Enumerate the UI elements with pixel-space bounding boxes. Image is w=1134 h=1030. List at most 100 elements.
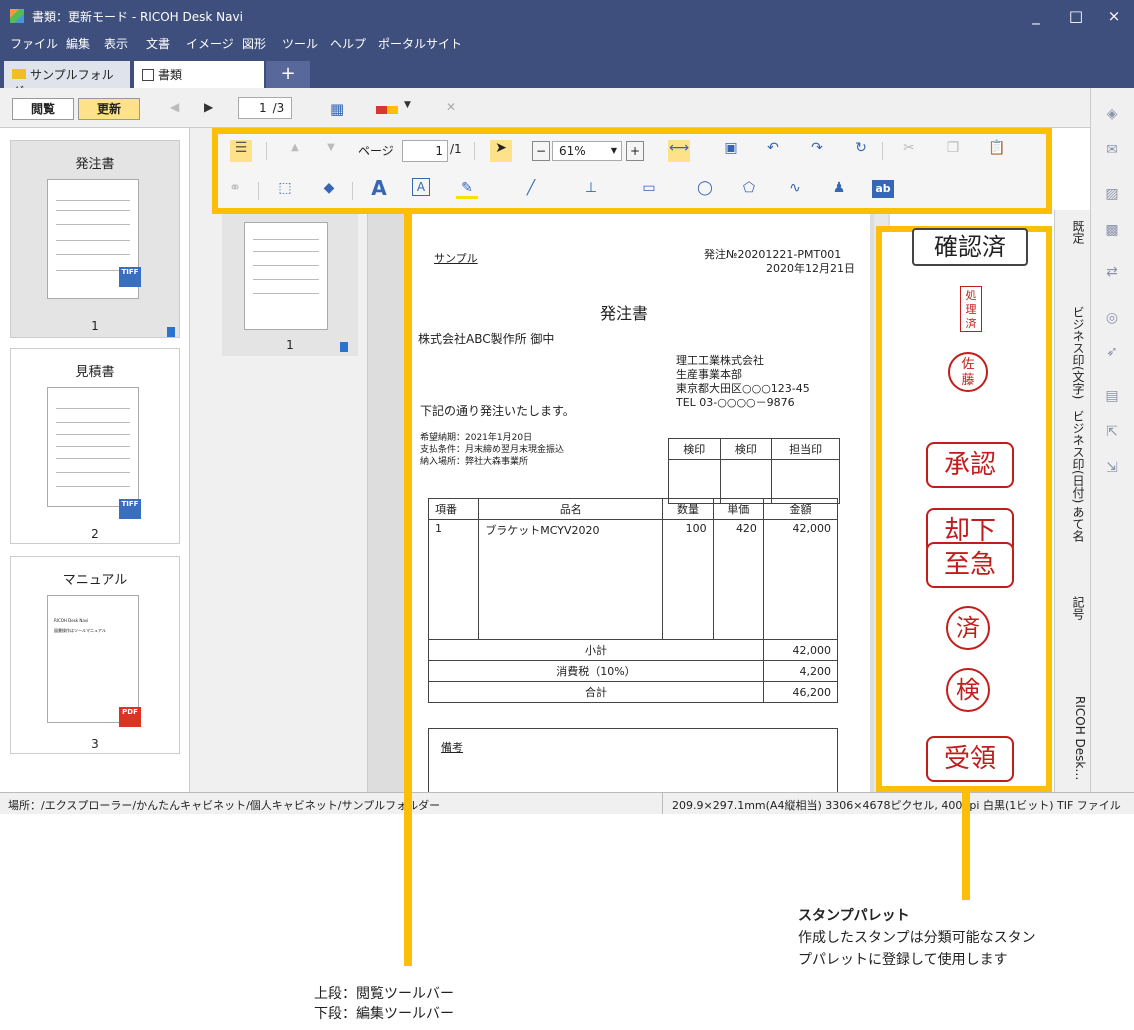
toolbar-callout-2: 下段：編集ツールバー <box>314 1006 454 1022</box>
select-cursor-icon[interactable]: ➤ <box>490 140 512 162</box>
fit-page-icon[interactable]: ▣ <box>720 140 742 156</box>
stamp-processed[interactable]: 処理済 <box>960 286 982 332</box>
ellipse-icon[interactable]: ◯ <box>694 180 716 196</box>
pdf-badge-icon: PDF <box>119 707 141 727</box>
update-mode-button[interactable]: 更新 <box>78 98 140 120</box>
chevron-down-icon[interactable]: ▼ <box>404 100 411 110</box>
menu-shape[interactable]: 図形 <box>242 35 266 52</box>
zoom-in-button[interactable]: + <box>626 141 644 161</box>
tab-business-date[interactable]: ビジネス印(日付) <box>1059 410 1087 503</box>
rotate-left-icon[interactable]: ↶ <box>762 140 784 156</box>
layout-icon[interactable]: ☰ <box>230 140 252 162</box>
page-total: /1 <box>450 142 462 156</box>
browse-mode-button[interactable]: 閲覧 <box>12 98 74 120</box>
add-tab-button[interactable]: + <box>266 61 310 88</box>
stamp-urgent[interactable]: 至急 <box>926 542 1014 588</box>
marker-icon[interactable]: ✎ <box>456 180 478 199</box>
pdf-export-icon[interactable]: ▩ <box>1101 222 1123 240</box>
next-page-icon[interactable]: ▼ <box>320 142 342 153</box>
page-thumb-card[interactable]: 1 <box>222 214 358 356</box>
doc-card-manual[interactable]: マニュアル RICOH Desk Navi 図書操作はツールマニュアル PDF … <box>10 556 180 754</box>
toolbar-callout-line <box>404 214 412 966</box>
eraser-icon[interactable]: ◆ <box>318 180 340 196</box>
stamp-confirmed[interactable]: 確認済 <box>912 228 1028 266</box>
menu-image[interactable]: イメージ <box>186 35 234 52</box>
doc-thumbnail: RICOH Desk Navi 図書操作はツールマニュアル <box>47 595 139 723</box>
export-alt-icon[interactable]: ⇲ <box>1101 460 1123 478</box>
tab-default[interactable]: 既定 <box>1059 220 1087 244</box>
page-number-input[interactable]: 1 <box>402 140 448 162</box>
doc-card-estimate[interactable]: 見積書 TIFF 2 <box>10 348 180 544</box>
zoom-select[interactable]: 61% ▼ <box>552 141 622 161</box>
scan-icon[interactable]: ▤ <box>1101 388 1123 406</box>
send-icon[interactable]: ➶ <box>1101 344 1123 362</box>
rotate-180-icon[interactable]: ↻ <box>850 140 872 156</box>
stamp-approved[interactable]: 承認 <box>926 442 1014 488</box>
ab-tool-icon[interactable]: ab <box>872 180 894 198</box>
menu-edit[interactable]: 編集 <box>66 35 90 52</box>
page-thumbnail <box>244 222 328 330</box>
page-input[interactable]: 1/3 <box>238 97 292 119</box>
freehand-icon[interactable]: ∿ <box>784 180 806 196</box>
image-export-icon[interactable]: ▨ <box>1101 186 1123 204</box>
tab-documents[interactable]: 書類 <box>134 61 264 88</box>
tab-symbols[interactable]: 記号 <box>1059 596 1087 620</box>
polygon-icon[interactable]: ⬠ <box>738 180 760 196</box>
page-marker-icon <box>167 327 175 337</box>
export-icon[interactable]: ⇱ <box>1101 424 1123 442</box>
properties-icon[interactable]: ▦ <box>330 100 344 118</box>
stamp-icon[interactable]: ♟ <box>828 180 850 196</box>
fit-width-icon[interactable]: ⟷ <box>668 140 690 162</box>
mail-icon[interactable]: ✉ <box>1101 142 1123 160</box>
unlink-icon[interactable]: ⚭ <box>224 180 246 196</box>
text-tool-icon[interactable]: A <box>368 176 390 200</box>
line-icon[interactable]: ╱ <box>520 180 542 196</box>
link-off-icon[interactable]: ✕ <box>446 100 456 114</box>
perpendicular-icon[interactable]: ⊥ <box>580 180 602 196</box>
stamp-callout-line <box>962 792 970 900</box>
cut-icon[interactable]: ✂ <box>898 140 920 156</box>
stamp-sato[interactable]: 佐藤 <box>948 352 988 392</box>
convert-icon[interactable]: ⇄ <box>1101 264 1123 282</box>
menu-tools[interactable]: ツール <box>282 35 318 52</box>
menu-document[interactable]: 文書 <box>146 35 170 52</box>
textbox-tool-icon[interactable]: A <box>412 178 430 196</box>
menu-portal[interactable]: ポータルサイト <box>378 35 462 52</box>
rotate-right-icon[interactable]: ↷ <box>806 140 828 156</box>
prev-page-icon[interactable]: ◀ <box>170 100 179 114</box>
app-icon <box>10 9 24 23</box>
doc-card-order[interactable]: 発注書 TIFF 1 <box>10 140 180 338</box>
doc-sample-label: サンプル <box>434 252 478 265</box>
zoom-out-button[interactable]: − <box>532 141 550 161</box>
area-select-icon[interactable]: ⬚ <box>274 180 296 196</box>
menu-file[interactable]: ファイル <box>10 35 58 52</box>
tiff-badge-icon: TIFF <box>119 499 141 519</box>
prev-page-icon[interactable]: ▲ <box>284 142 306 153</box>
next-page-icon[interactable]: ▶ <box>204 100 213 114</box>
layers-icon[interactable]: ◈ <box>1101 106 1123 124</box>
paste-icon[interactable]: 📋 <box>986 140 1008 156</box>
stamp-inspect[interactable]: 検 <box>946 668 990 712</box>
color-tag-icon[interactable] <box>376 106 398 114</box>
minimize-button[interactable]: _ <box>1016 2 1056 30</box>
recipient: 株式会社ABC製作所 御中 <box>418 332 555 346</box>
stamp-callout-desc-2: プパレットに登録して使用します <box>798 952 1008 968</box>
tab-sample-folder[interactable]: サンプルフォルダー <box>4 61 130 99</box>
remarks-box: 備考 <box>428 728 838 792</box>
copy-icon[interactable]: ❐ <box>942 140 964 156</box>
ocr-icon[interactable]: ◎ <box>1101 310 1123 328</box>
menu-view[interactable]: 表示 <box>104 35 128 52</box>
tab-ricoh-desk[interactable]: RICOH Desk… <box>1059 696 1087 780</box>
maximize-button[interactable]: □ <box>1056 2 1096 30</box>
tab-address[interactable]: あて名 <box>1059 506 1087 542</box>
close-button[interactable]: × <box>1094 2 1134 30</box>
menu-help[interactable]: ヘルプ <box>330 35 366 52</box>
rectangle-icon[interactable]: ▭ <box>638 180 660 196</box>
doc-title: 発注書 <box>75 157 115 172</box>
stamp-done[interactable]: 済 <box>946 606 990 650</box>
doc-number: 1 <box>91 319 99 333</box>
tab-business-text[interactable]: ビジネス印(文字) <box>1059 306 1087 399</box>
stamp-received[interactable]: 受領 <box>926 736 1014 782</box>
status-location: 場所：/エクスプローラー/かんたんキャビネット/個人キャビネット/サンプルフォル… <box>8 799 441 812</box>
page-marker-icon <box>340 342 348 352</box>
